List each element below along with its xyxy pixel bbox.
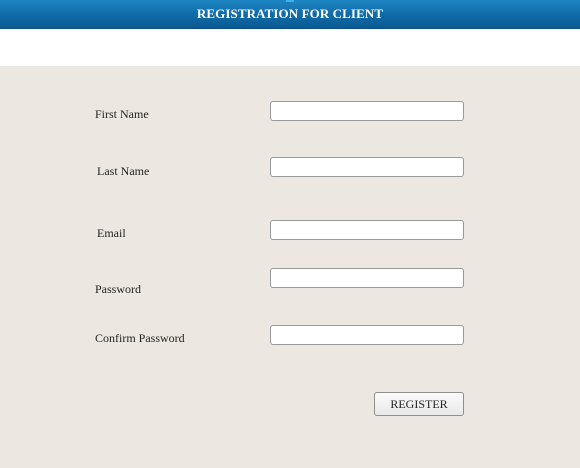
register-button[interactable]: REGISTER <box>374 392 464 416</box>
password-label: Password <box>95 282 142 296</box>
page-header: REGISTRATION FOR CLIENT <box>0 0 580 29</box>
email-label: Email <box>97 226 126 240</box>
confirm-password-input[interactable] <box>270 325 464 345</box>
page-title: REGISTRATION FOR CLIENT <box>196 6 384 21</box>
registration-form-panel <box>0 66 580 468</box>
first-name-input[interactable] <box>270 101 464 121</box>
password-input[interactable] <box>270 268 464 288</box>
email-input[interactable] <box>270 220 464 240</box>
last-name-label: Last Name <box>97 164 150 178</box>
first-name-label: First Name <box>95 107 149 121</box>
last-name-input[interactable] <box>270 157 464 177</box>
confirm-password-label: Confirm Password <box>95 331 185 345</box>
header-accent-mark <box>286 0 294 2</box>
